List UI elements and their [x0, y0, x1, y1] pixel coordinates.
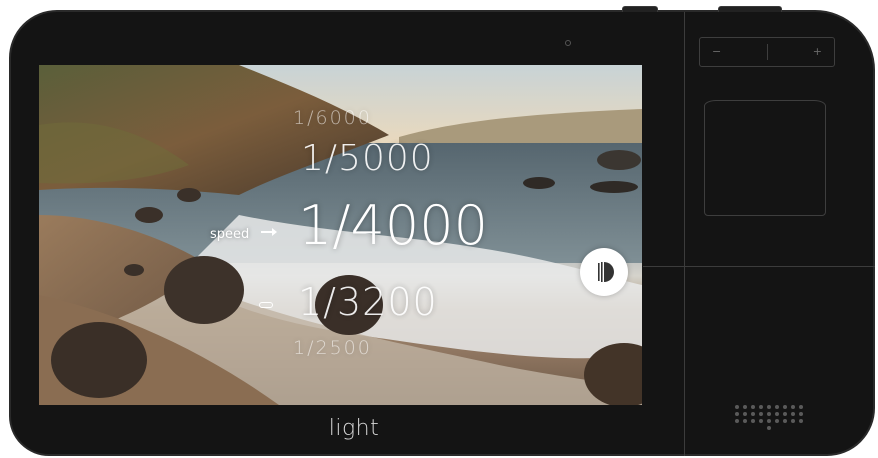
shutter-speed-option[interactable]: 1/5000 — [301, 141, 434, 177]
shutter-speed-option[interactable]: 1/3200 — [298, 283, 438, 321]
zoom-separator — [767, 44, 768, 60]
sensor-icon — [565, 40, 571, 46]
viewfinder-screen[interactable]: 1/6000 1/5000 1/4000 1/3200 1/2500 speed — [39, 65, 642, 405]
shutter-speed-option[interactable]: 1/6000 — [293, 109, 372, 128]
panel-divider-horizontal — [643, 266, 875, 267]
shutter-speed-option[interactable]: 1/2500 — [293, 339, 372, 358]
brand-logo: light — [328, 416, 380, 441]
speaker-grille-icon — [734, 405, 804, 430]
shutter-icon — [598, 262, 614, 282]
shutter-speed-selected[interactable]: 1/4000 — [298, 199, 488, 253]
shutter-button[interactable] — [580, 248, 628, 296]
panel-divider-vertical — [684, 12, 685, 456]
arrow-right-icon — [261, 228, 277, 236]
top-button-right[interactable] — [718, 6, 782, 12]
zoom-out-button[interactable]: − — [712, 45, 721, 58]
top-button-left[interactable] — [622, 6, 658, 12]
setting-label: speed — [210, 227, 250, 242]
zoom-control[interactable]: − + — [699, 37, 835, 67]
touch-pad[interactable] — [704, 100, 826, 216]
zoom-in-button[interactable]: + — [813, 45, 822, 58]
pill-icon — [259, 302, 273, 308]
